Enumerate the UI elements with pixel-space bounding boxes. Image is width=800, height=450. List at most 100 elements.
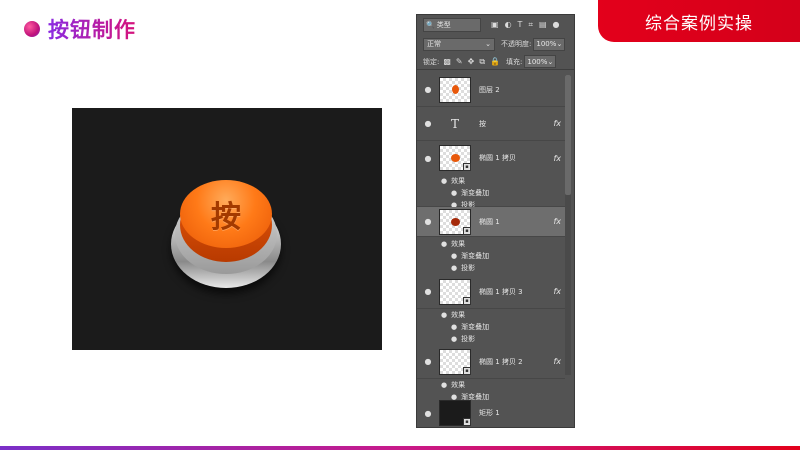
lock-move-icon[interactable]: ✥ <box>468 57 475 67</box>
layer-row[interactable]: ● T 按 fx <box>417 107 565 141</box>
opacity-input[interactable]: 100% ⌄ <box>533 37 566 51</box>
fx-icon[interactable]: fx <box>553 119 561 128</box>
fx-icon[interactable]: fx <box>553 154 561 163</box>
shape-filter-icon[interactable]: ⌗ <box>528 20 533 30</box>
fx-icon[interactable]: fx <box>553 287 561 296</box>
effects-label: 效果 <box>451 311 466 319</box>
title-group: 按钮制作 <box>24 14 136 44</box>
layer-name: 图层 2 <box>479 85 500 94</box>
visibility-eye-icon[interactable]: ● <box>451 264 457 272</box>
visibility-eye-icon[interactable]: ● <box>417 287 439 296</box>
layer-thumbnail <box>439 76 471 103</box>
effects-label: 效果 <box>451 240 466 248</box>
effects-label: 效果 <box>451 177 466 185</box>
effect-name: 投影 <box>461 264 476 272</box>
layer-thumbnail: ▪ <box>439 278 471 305</box>
adjustment-filter-icon[interactable]: ◐ <box>505 20 512 30</box>
fx-icon[interactable]: fx <box>553 357 561 366</box>
smart-object-icon: ▪ <box>463 163 471 171</box>
effects-group[interactable]: ● 效果 <box>417 238 565 250</box>
lock-label: 锁定: <box>423 57 440 66</box>
smart-object-filter-icon[interactable]: ▤ <box>539 20 547 30</box>
lock-transparent-icon[interactable]: ▩ <box>443 57 451 67</box>
blend-mode-select[interactable]: 正常 ⌄ <box>423 37 495 51</box>
layer-name: 椭圆 1 拷贝 <box>479 154 516 162</box>
button-label: 按 <box>211 200 241 235</box>
lock-artboard-icon[interactable]: ⧉ <box>479 57 485 67</box>
title-bullet-icon <box>24 21 40 37</box>
filter-label: 类型 <box>436 21 451 29</box>
smart-object-icon: ▪ <box>463 296 471 305</box>
effects-group[interactable]: ● 效果 <box>417 309 565 321</box>
filter-select[interactable]: 🔍 类型 <box>423 18 481 32</box>
layer-name: 矩形 1 <box>479 409 500 417</box>
layer-row[interactable]: ● ▪ 椭圆 1 拷贝 3 fx <box>417 275 565 309</box>
layer-row[interactable]: ● ▪ 椭圆 1 拷贝 2 fx <box>417 345 565 379</box>
layer-thumb-shape <box>450 154 460 162</box>
layer-row[interactable]: ● 图层 2 <box>417 73 565 107</box>
effects-group[interactable]: ● 效果 <box>417 379 565 391</box>
layer-thumbnail: ▪ <box>439 348 471 375</box>
layer-name: 椭圆 1 <box>479 217 500 226</box>
lock-icons: ▩ ✎ ✥ ⧉ 🔒 <box>443 57 500 67</box>
smart-object-icon: ▪ <box>463 366 471 375</box>
visibility-eye-icon[interactable]: ● <box>451 335 457 343</box>
visibility-eye-icon[interactable]: ● <box>417 85 439 94</box>
chevron-down-icon: ⌄ <box>485 40 491 48</box>
visibility-eye-icon[interactable]: ● <box>417 217 439 226</box>
filter-toggle-icon[interactable]: ● <box>553 20 560 30</box>
effect-item[interactable]: ● 渐变叠加 <box>417 187 565 199</box>
slide: 按钮制作 综合案例实操 按 🔍 类型 ▣ ◐ T ⌗ ▤ ● 正常 ⌄ 不透明度… <box>0 0 800 450</box>
fx-icon[interactable]: fx <box>553 217 561 226</box>
layer-name: 椭圆 1 拷贝 2 <box>479 357 523 366</box>
chevron-down-icon: ⌄ <box>556 40 563 48</box>
visibility-eye-icon[interactable]: ● <box>441 240 447 248</box>
fill-label: 填充: <box>506 57 523 66</box>
visibility-eye-icon[interactable]: ● <box>441 311 447 319</box>
blend-mode-value: 正常 <box>427 40 441 48</box>
visibility-eye-icon[interactable]: ● <box>451 189 457 197</box>
opacity-value: 100% <box>536 40 557 48</box>
layer-thumbnail: ▪ <box>439 208 471 235</box>
layer-row[interactable]: ● ▪ 矩形 1 <box>417 397 565 427</box>
effect-item[interactable]: ● 投影 <box>417 262 565 274</box>
layer-thumb-shape <box>451 85 459 94</box>
visibility-eye-icon[interactable]: ● <box>417 357 439 366</box>
effect-item[interactable]: ● 渐变叠加 <box>417 250 565 262</box>
visibility-eye-icon[interactable]: ● <box>417 119 439 128</box>
lock-paint-icon[interactable]: ✎ <box>456 57 463 67</box>
effect-name: 投影 <box>461 335 476 343</box>
lock-all-icon[interactable]: 🔒 <box>490 57 500 67</box>
visibility-eye-icon[interactable]: ● <box>451 252 457 260</box>
fill-value: 100% <box>527 57 548 66</box>
layers-scroll-thumb[interactable] <box>565 75 571 195</box>
visibility-eye-icon[interactable]: ● <box>417 154 439 163</box>
chevron-down-icon: ⌄ <box>547 57 554 66</box>
pixel-filter-icon[interactable]: ▣ <box>491 20 499 30</box>
section-banner: 综合案例实操 <box>598 0 800 42</box>
banner-label: 综合案例实操 <box>645 13 753 34</box>
effect-item[interactable]: ● 投影 <box>417 333 565 345</box>
bottom-accent-bar <box>0 446 800 450</box>
smart-object-icon: ▪ <box>463 226 471 235</box>
visibility-eye-icon[interactable]: ● <box>441 177 447 185</box>
effects-label: 效果 <box>451 381 466 389</box>
layer-thumbnail: ▪ <box>439 400 471 426</box>
layer-row-selected[interactable]: ● ▪ 椭圆 1 fx <box>417 207 565 237</box>
text-filter-icon[interactable]: T <box>518 20 523 30</box>
search-icon: 🔍 <box>426 21 435 29</box>
lock-row: 锁定: ▩ ✎ ✥ ⧉ 🔒 填充: 100% ⌄ <box>417 54 574 70</box>
layer-thumbnail: ▪ <box>439 145 471 171</box>
effect-item[interactable]: ● 渐变叠加 <box>417 321 565 333</box>
visibility-eye-icon[interactable]: ● <box>451 323 457 331</box>
fill-input[interactable]: 100% ⌄ <box>524 55 557 68</box>
slide-title: 按钮制作 <box>48 14 136 44</box>
blend-row: 正常 ⌄ 不透明度: 100% ⌄ <box>417 36 574 52</box>
design-canvas: 按 <box>72 108 382 350</box>
layers-panel: 🔍 类型 ▣ ◐ T ⌗ ▤ ● 正常 ⌄ 不透明度: 100% ⌄ 锁定: ▩… <box>416 14 575 428</box>
visibility-eye-icon[interactable]: ● <box>441 381 447 389</box>
visibility-eye-icon[interactable]: ● <box>417 409 439 418</box>
layer-thumb-shape <box>450 217 460 226</box>
button-top: 按 <box>180 180 272 248</box>
effects-group[interactable]: ● 效果 <box>417 175 565 187</box>
